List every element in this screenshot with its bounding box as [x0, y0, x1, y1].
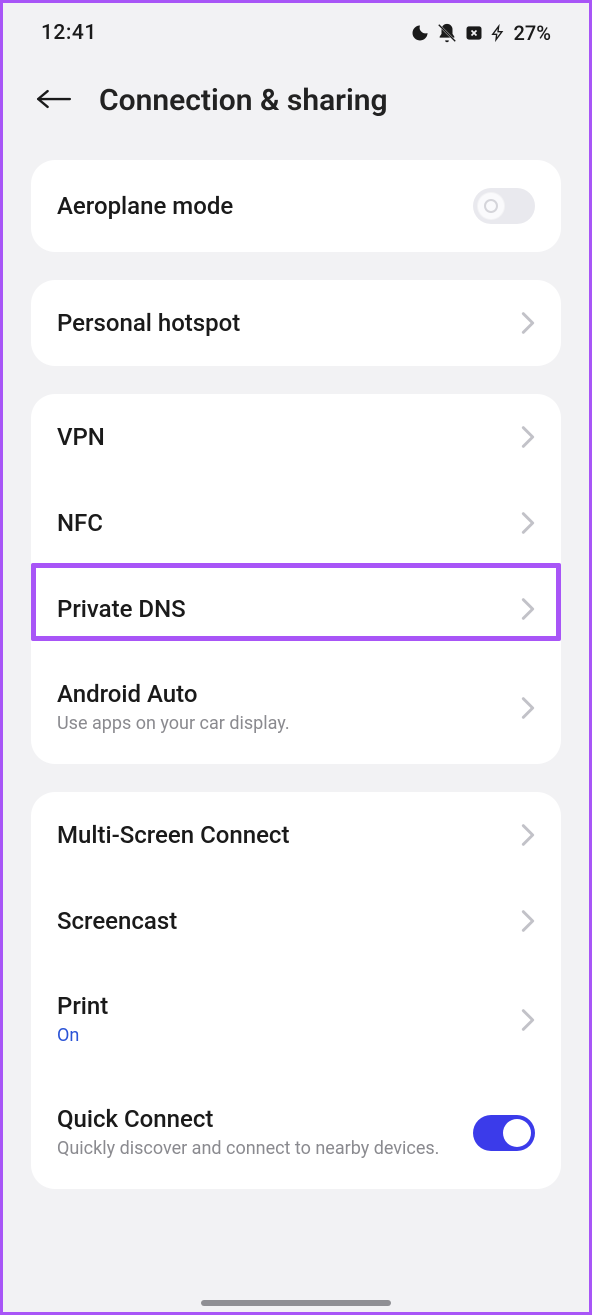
dns-label: Private DNS — [57, 595, 509, 623]
row-aeroplane-mode[interactable]: Aeroplane mode — [31, 160, 561, 252]
status-bar: 12:41 27% — [3, 3, 589, 63]
row-private-dns[interactable]: Private DNS — [31, 566, 561, 652]
hotspot-label: Personal hotspot — [57, 309, 509, 337]
dnd-icon — [410, 23, 430, 43]
section-aeroplane: Aeroplane mode — [31, 160, 561, 252]
chevron-right-icon — [521, 511, 535, 535]
quick-sub: Quickly discover and connect to nearby d… — [57, 1137, 473, 1161]
page-title: Connection & sharing — [99, 83, 388, 118]
quick-label: Quick Connect — [57, 1105, 473, 1133]
row-vpn[interactable]: VPN — [31, 394, 561, 480]
charging-icon — [490, 22, 506, 44]
chevron-right-icon — [521, 823, 535, 847]
row-print[interactable]: Print On — [31, 964, 561, 1076]
chevron-right-icon — [521, 425, 535, 449]
chevron-right-icon — [521, 1008, 535, 1032]
print-label: Print — [57, 992, 509, 1020]
battery-percentage: 27% — [514, 21, 551, 45]
auto-sub: Use apps on your car display. — [57, 712, 509, 736]
row-multiscreen-connect[interactable]: Multi-Screen Connect — [31, 792, 561, 878]
chevron-right-icon — [521, 597, 535, 621]
mute-icon — [436, 22, 458, 44]
cast-label: Screencast — [57, 907, 509, 935]
auto-label: Android Auto — [57, 680, 509, 708]
status-time: 12:41 — [41, 21, 410, 45]
aeroplane-label: Aeroplane mode — [57, 192, 473, 220]
home-indicator — [201, 1300, 391, 1306]
chevron-right-icon — [521, 696, 535, 720]
chevron-right-icon — [521, 909, 535, 933]
row-screencast[interactable]: Screencast — [31, 878, 561, 964]
header: Connection & sharing — [3, 63, 589, 160]
battery-saver-icon — [464, 23, 484, 43]
row-quick-connect[interactable]: Quick Connect Quickly discover and conne… — [31, 1077, 561, 1189]
status-icons: 27% — [410, 21, 551, 45]
chevron-right-icon — [521, 311, 535, 335]
aeroplane-toggle[interactable] — [473, 188, 535, 224]
msc-label: Multi-Screen Connect — [57, 821, 509, 849]
nfc-label: NFC — [57, 509, 509, 537]
row-personal-hotspot[interactable]: Personal hotspot — [31, 280, 561, 366]
row-nfc[interactable]: NFC — [31, 480, 561, 566]
section-hotspot: Personal hotspot — [31, 280, 561, 366]
back-icon[interactable] — [35, 85, 73, 117]
print-sub: On — [57, 1024, 509, 1048]
section-sharing: Multi-Screen Connect Screencast Print On… — [31, 792, 561, 1189]
vpn-label: VPN — [57, 423, 509, 451]
section-network: VPN NFC Private DNS Android Auto Use app… — [31, 394, 561, 764]
quick-connect-toggle[interactable] — [473, 1115, 535, 1151]
row-android-auto[interactable]: Android Auto Use apps on your car displa… — [31, 652, 561, 764]
